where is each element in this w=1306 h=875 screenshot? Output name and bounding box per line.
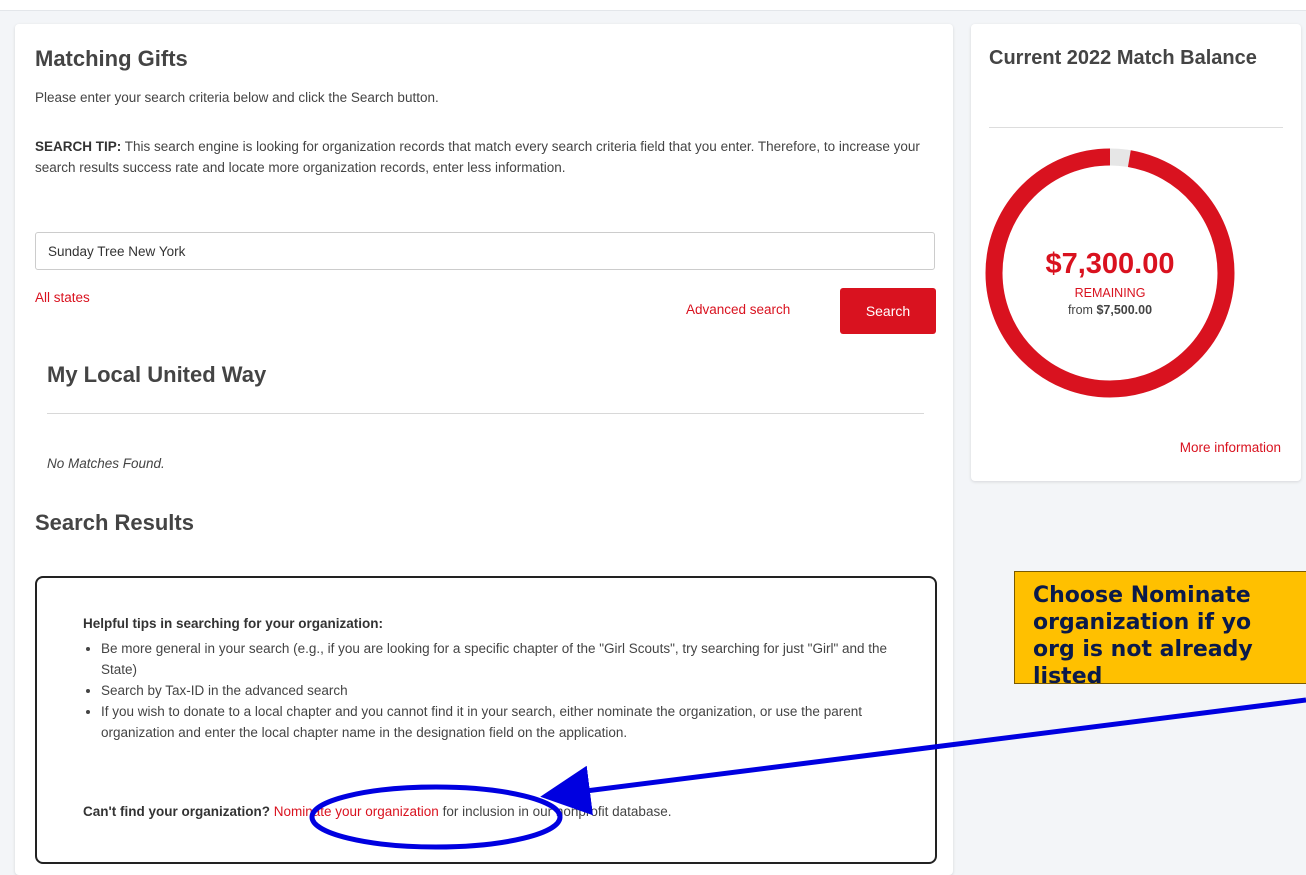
callout-line: Choose Nominate [1033, 583, 1251, 608]
annotation-callout: Choose Nominate organization if yo org i… [1014, 571, 1306, 684]
tip-item: Search by Tax-ID in the advanced search [101, 680, 921, 701]
search-tip: SEARCH TIP: This search engine is lookin… [35, 136, 935, 178]
intro-text: Please enter your search criteria below … [35, 90, 439, 105]
callout-line: organization if yo [1033, 610, 1252, 635]
search-button[interactable]: Search [840, 288, 936, 334]
callout-line: org is not already [1033, 637, 1253, 662]
from-prefix: from [1067, 303, 1097, 317]
search-tip-label: SEARCH TIP: [35, 139, 122, 154]
donut-center: $7,300.00 REMAINING from $7,500.00 [985, 148, 1235, 398]
tips-heading: Helpful tips in searching for your organ… [83, 616, 384, 631]
matching-gifts-card: Matching Gifts Please enter your search … [15, 24, 953, 875]
match-balance-title: Current 2022 Match Balance [989, 47, 1257, 69]
divider [989, 127, 1283, 128]
from-text: from $7,500.00 [985, 303, 1235, 317]
cant-find-text: Can't find your organization? Nominate y… [83, 804, 671, 819]
more-information-link[interactable]: More information [1180, 440, 1281, 455]
callout-line: listed [1033, 664, 1103, 684]
top-bar [0, 0, 1306, 11]
local-united-way-heading: My Local United Way [47, 362, 267, 387]
total-amount: $7,500.00 [1096, 303, 1153, 317]
remaining-label: REMAINING [1074, 286, 1146, 300]
tips-list: Be more general in your search (e.g., if… [83, 638, 921, 743]
search-tip-text: This search engine is looking for organi… [35, 139, 920, 175]
page-title: Matching Gifts [35, 46, 188, 71]
cant-find-label: Can't find your organization? [83, 804, 270, 819]
cant-find-suffix: for inclusion in our nonprofit database. [438, 804, 672, 819]
helpful-tips-box: Helpful tips in searching for your organ… [35, 576, 937, 864]
tip-item: Be more general in your search (e.g., if… [101, 638, 921, 680]
divider [47, 413, 924, 414]
nominate-organization-link[interactable]: Nominate your organization [274, 804, 439, 819]
search-results-heading: Search Results [35, 510, 194, 535]
match-balance-card: Current 2022 Match Balance $7,300.00 REM… [971, 24, 1301, 481]
search-input[interactable] [35, 232, 935, 270]
remaining-amount: $7,300.00 [1045, 248, 1175, 280]
tip-item: If you wish to donate to a local chapter… [101, 701, 921, 743]
all-states-link[interactable]: All states [35, 290, 90, 305]
advanced-search-link[interactable]: Advanced search [686, 302, 790, 317]
no-matches-text: No Matches Found. [47, 456, 165, 471]
